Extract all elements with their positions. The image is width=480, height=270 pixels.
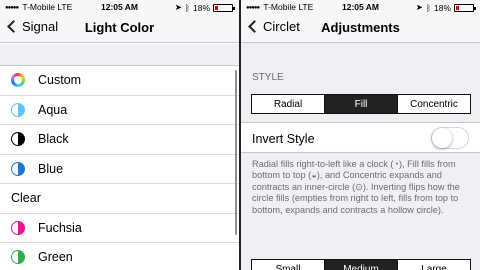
- toggle-knob: [432, 128, 452, 148]
- color-option-label: Custom: [38, 73, 82, 88]
- color-option-custom[interactable]: Custom: [0, 66, 239, 96]
- style-option-concentric[interactable]: Concentric: [398, 95, 470, 113]
- size-option-small[interactable]: Small: [252, 260, 325, 270]
- location-icon: ➤: [174, 2, 182, 12]
- color-option-label: Fuchsia: [38, 220, 82, 235]
- color-option-black[interactable]: Black: [0, 125, 239, 155]
- invert-style-row: Invert Style: [241, 122, 480, 153]
- color-option-label: Aqua: [38, 102, 68, 117]
- section-spacer: [0, 44, 239, 66]
- status-bar: ●●●●● T-Mobile LTE 12:05 AM ➤ ᛒ 18%: [241, 0, 480, 13]
- aqua-fill-icon: [11, 102, 25, 117]
- style-option-fill[interactable]: Fill: [325, 95, 398, 113]
- invert-style-label: Invert Style: [252, 132, 315, 146]
- color-option-label: Green: [38, 250, 73, 265]
- battery-icon: [213, 3, 235, 12]
- color-option-aqua[interactable]: Aqua: [0, 96, 239, 125]
- invert-style-toggle[interactable]: [431, 127, 469, 149]
- status-bar: ●●●●● T-Mobile LTE 12:05 AM ➤ ᛒ 18%: [0, 0, 239, 13]
- color-option-label: Blue: [38, 161, 64, 176]
- page-title: Light Color: [84, 20, 155, 35]
- battery-fill: [456, 5, 460, 10]
- nav-bar: Circlet Adjustments: [241, 13, 480, 43]
- size-segmented-control: Small Medium Large: [251, 259, 471, 270]
- battery-percent: 18%: [433, 2, 451, 13]
- color-list: Custom Aqua Black Blue Clear Fuchsia Green: [0, 66, 239, 270]
- light-color-screen: ●●●●● T-Mobile LTE 12:05 AM ➤ ᛒ 18% Sign…: [0, 0, 239, 270]
- color-option-green[interactable]: Green: [0, 243, 239, 270]
- adjustments-screen: ●●●●● T-Mobile LTE 12:05 AM ➤ ᛒ 18% Circ…: [241, 0, 480, 270]
- battery-percent: 18%: [192, 2, 210, 13]
- fuchsia-fill-icon: [11, 220, 25, 235]
- color-option-label: Clear: [11, 191, 41, 206]
- scrollbar[interactable]: [235, 70, 237, 235]
- blue-fill-icon: [11, 161, 25, 176]
- color-option-blue[interactable]: Blue: [0, 155, 239, 184]
- size-option-large[interactable]: Large: [398, 260, 470, 270]
- bluetooth-icon: ᛒ: [425, 2, 431, 13]
- battery-icon: [454, 3, 476, 12]
- rainbow-ring-icon: [11, 73, 25, 88]
- black-fill-icon: [11, 132, 25, 147]
- style-description: Radial fills right-to-left like a clock …: [252, 159, 460, 215]
- battery-fill: [215, 5, 219, 10]
- green-fill-icon: [11, 250, 25, 265]
- size-option-medium[interactable]: Medium: [325, 260, 398, 270]
- style-option-radial[interactable]: Radial: [252, 95, 325, 113]
- color-option-label: Black: [38, 132, 69, 147]
- color-option-fuchsia[interactable]: Fuchsia: [0, 214, 239, 243]
- bluetooth-icon: ᛒ: [184, 2, 190, 13]
- section-header-style: STYLE: [252, 72, 284, 83]
- page-title: Adjustments: [321, 20, 400, 35]
- style-segmented-control: Radial Fill Concentric: [251, 94, 471, 114]
- color-option-clear[interactable]: Clear: [0, 184, 239, 214]
- nav-bar: Signal Light Color: [0, 13, 239, 43]
- location-icon: ➤: [415, 2, 423, 12]
